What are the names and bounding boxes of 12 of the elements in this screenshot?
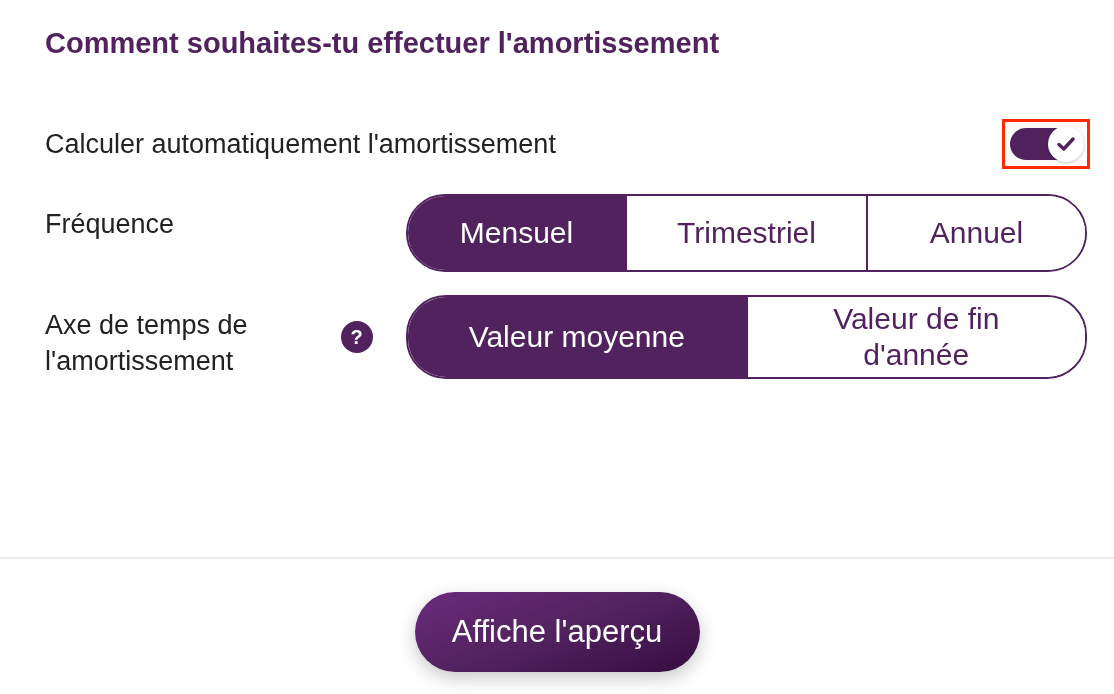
setting-label: Axe de temps de l'amortissement bbox=[45, 310, 248, 376]
segment-option[interactable]: Annuel bbox=[865, 196, 1085, 270]
preview-button[interactable]: Affiche l'aperçu bbox=[414, 592, 700, 672]
toggle-switch[interactable] bbox=[1010, 128, 1082, 160]
segment-option[interactable]: Valeur de fin d'année bbox=[745, 297, 1085, 377]
check-icon bbox=[1057, 137, 1075, 151]
segment-option[interactable]: Mensuel bbox=[408, 196, 626, 270]
toggle-label: Calculer automatiquement l'amortissement bbox=[45, 128, 556, 161]
segment-option[interactable]: Valeur moyenne bbox=[408, 297, 746, 377]
section-title: Comment souhaites-tu effectuer l'amortissement bbox=[45, 26, 721, 61]
help-icon[interactable]: ? bbox=[340, 321, 373, 353]
setting-label: Fréquence bbox=[45, 209, 175, 239]
